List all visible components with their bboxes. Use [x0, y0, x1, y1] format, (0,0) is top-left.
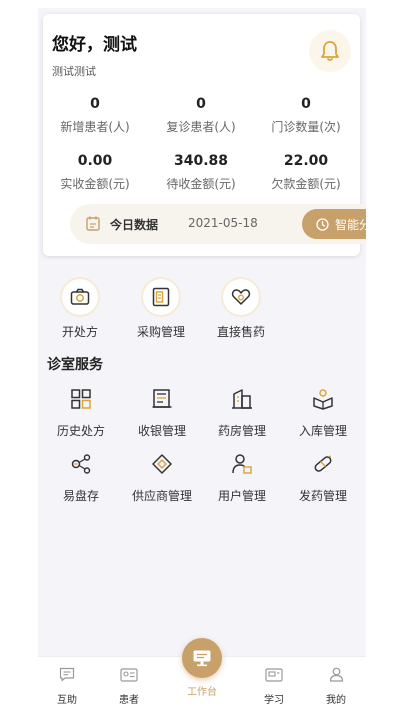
stat-label: 欠款金额(元): [271, 177, 341, 191]
service-pharmacy[interactable]: 药房管理: [204, 386, 280, 439]
stat-value: 0: [90, 96, 100, 112]
quick-purchase[interactable]: 采购管理: [126, 279, 196, 340]
service-label: 发药管理: [298, 489, 347, 503]
service-users[interactable]: 用户管理: [204, 451, 280, 504]
stat-value: 340.88: [173, 153, 229, 169]
building-icon: [232, 389, 252, 409]
smart-analysis-button[interactable]: 智能分析: [302, 209, 366, 239]
service-supplier[interactable]: 供应商管理: [124, 451, 200, 504]
tab-mutual-help[interactable]: 互助: [42, 667, 92, 706]
monitor-icon: [193, 650, 211, 667]
quick-icon-circle: [143, 279, 179, 315]
stat-visits[interactable]: 0 门诊数量(次): [254, 96, 358, 135]
quick-prescribe[interactable]: 开处方: [45, 279, 115, 340]
service-label: 供应商管理: [131, 489, 192, 503]
stat-value: 22.00: [283, 153, 329, 169]
cashier-icon: [152, 389, 172, 408]
bell-icon: [321, 41, 339, 61]
purchase-icon: [152, 287, 170, 307]
camera-prescription-icon: [70, 288, 90, 305]
clinic-name: 测试测试: [52, 65, 96, 78]
smart-analysis-label: 智能分析: [335, 217, 366, 232]
service-label: 入库管理: [298, 424, 347, 438]
stat-value: 0.00: [77, 153, 113, 169]
tab-study[interactable]: 学习: [249, 667, 299, 706]
stat-label: 复诊患者(人): [166, 120, 236, 134]
clock-icon: [316, 217, 329, 231]
stat-label: 实收金额(元): [60, 177, 130, 191]
inbound-icon: [313, 389, 333, 410]
service-label: 药房管理: [217, 424, 266, 438]
app-screen: 您好，测试 测试测试 0 新增患者(人) 0 复诊患者(人) 0 门诊数量(次)…: [38, 8, 366, 711]
quick-label: 直接售药: [216, 325, 265, 339]
today-data-label: 今日数据: [110, 218, 159, 232]
id-card-icon: [120, 668, 138, 682]
service-history-prescription[interactable]: 历史处方: [43, 386, 119, 439]
quick-label: 采购管理: [136, 325, 185, 339]
service-inventory[interactable]: 易盘存: [43, 451, 119, 504]
stat-received-amount[interactable]: 0.00 实收金额(元): [43, 153, 147, 192]
stat-new-patients[interactable]: 0 新增患者(人): [43, 96, 147, 135]
service-label: 收银管理: [137, 424, 186, 438]
inventory-icon: [71, 454, 91, 474]
calendar-icon: [86, 216, 100, 231]
tab-patients[interactable]: 患者: [104, 667, 154, 706]
study-icon: [265, 668, 283, 682]
quick-label: 开处方: [61, 325, 98, 339]
quick-icon-circle: [62, 279, 98, 315]
workbench-center-button[interactable]: [182, 638, 222, 678]
service-label: 用户管理: [217, 489, 266, 503]
chat-icon: [59, 667, 75, 682]
summary-card: 您好，测试 测试测试 0 新增患者(人) 0 复诊患者(人) 0 门诊数量(次)…: [43, 14, 366, 256]
tab-workbench[interactable]: 工作台: [177, 678, 227, 698]
stat-debt-amount[interactable]: 22.00 欠款金额(元): [254, 153, 358, 192]
capsule-icon: [314, 455, 332, 472]
greeting-title: 您好，测试: [52, 35, 137, 55]
person-icon: [329, 667, 343, 682]
service-label: 易盘存: [62, 489, 99, 503]
stat-label: 新增患者(人): [60, 120, 130, 134]
notification-button[interactable]: [309, 30, 351, 72]
grid-icon: [71, 389, 91, 409]
service-dispense[interactable]: 发药管理: [285, 451, 361, 504]
tab-mine[interactable]: 我的: [311, 667, 361, 706]
service-cashier[interactable]: 收银管理: [124, 386, 200, 439]
quick-icon-circle: [223, 279, 259, 315]
tab-label: 患者: [119, 695, 139, 706]
heart-pill-icon: [231, 289, 251, 305]
tab-label: 工作台: [187, 687, 217, 698]
stat-pending-amount[interactable]: 340.88 待收金额(元): [149, 153, 253, 192]
stat-label: 门诊数量(次): [271, 120, 341, 134]
tab-label: 互助: [57, 695, 77, 706]
tab-label: 我的: [326, 695, 346, 706]
stat-return-patients[interactable]: 0 复诊患者(人): [149, 96, 253, 135]
service-inbound[interactable]: 入库管理: [285, 386, 361, 439]
stat-label: 待收金额(元): [166, 177, 236, 191]
user-icon: [232, 454, 252, 474]
today-data-bar: 今日数据 2021-05-18 智能分析: [70, 204, 366, 244]
supplier-icon: [152, 454, 172, 474]
stat-value: 0: [196, 96, 206, 112]
tab-label: 学习: [264, 695, 284, 706]
today-date: 2021-05-18: [188, 216, 258, 230]
stat-value: 0: [301, 96, 311, 112]
service-label: 历史处方: [56, 424, 105, 438]
quick-direct-sale[interactable]: 直接售药: [206, 279, 276, 340]
section-title-clinic-services: 诊室服务: [47, 357, 103, 373]
